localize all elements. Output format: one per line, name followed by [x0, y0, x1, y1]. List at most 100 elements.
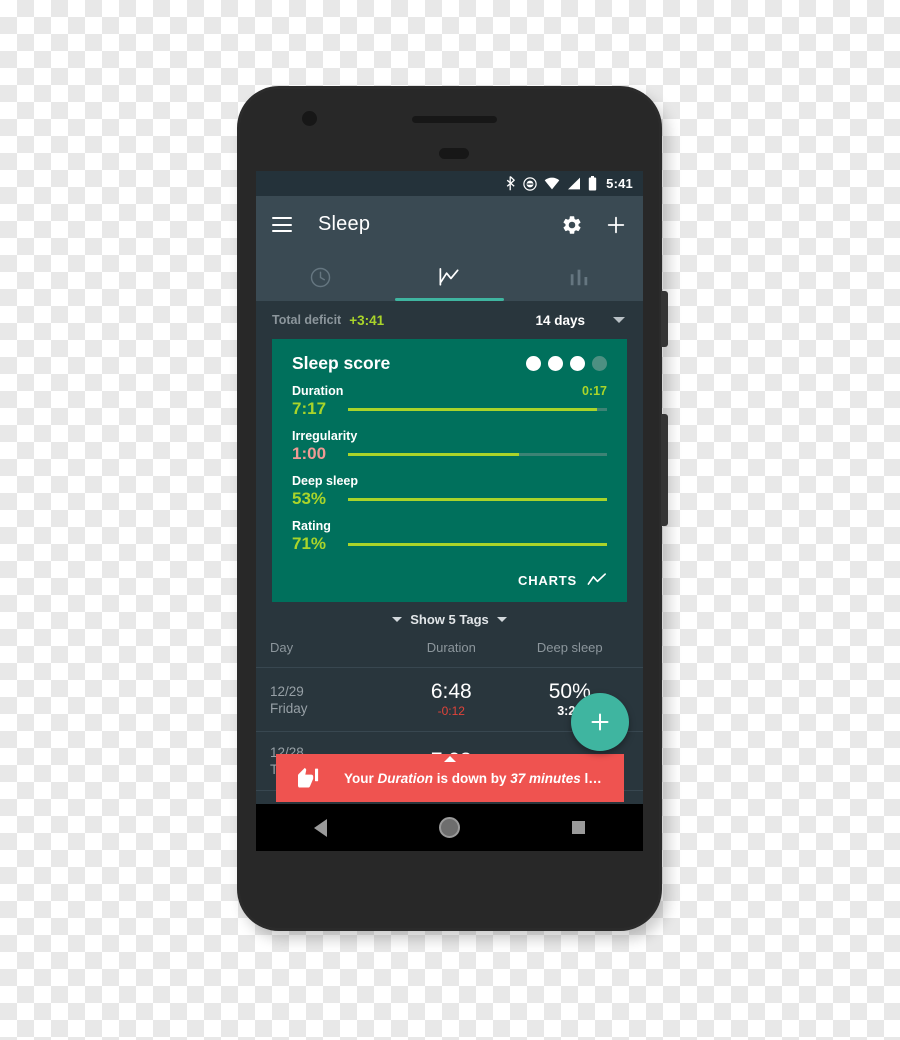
snackbar-message: Your Duration is down by 37 minutes l…: [344, 771, 602, 786]
sleep-score-card: Sleep score Duration 0:17 7:17 Irregular…: [272, 339, 627, 602]
metric-progress-track: [348, 497, 607, 501]
nav-home-button[interactable]: [420, 817, 480, 838]
add-button[interactable]: [605, 214, 627, 236]
line-chart-icon: [439, 267, 459, 286]
plus-icon: [607, 216, 625, 233]
phone-device-frame: 5:41 Sleep Total deficit +3:41 14 days S…: [237, 86, 668, 931]
metric-extra-value: 0:17: [581, 384, 607, 398]
snackbar-text-part: Your: [344, 770, 378, 786]
score-dot: [592, 356, 607, 371]
snackbar-text-emphasis: Duration: [377, 770, 434, 786]
charts-button-label: CHARTS: [518, 572, 577, 588]
recents-square-icon: [572, 821, 585, 834]
table-header: Day Duration Deep sleep: [256, 636, 643, 668]
page-canvas: 5:41 Sleep Total deficit +3:41 14 days S…: [0, 0, 900, 1040]
row-date: 12/29: [270, 683, 304, 699]
app-bar: Sleep: [256, 196, 643, 253]
row-weekday: Friday: [270, 700, 308, 716]
tab-bar: [256, 253, 643, 301]
metric-deep-sleep: Deep sleep 53%: [292, 474, 607, 509]
score-dot: [570, 356, 585, 371]
clock-icon: [310, 267, 331, 287]
sleep-score-dots: [526, 356, 607, 371]
phone-screen: 5:41 Sleep Total deficit +3:41 14 days S…: [256, 171, 643, 851]
score-dot: [526, 356, 541, 371]
page-title: Sleep: [318, 213, 371, 235]
chevron-down-icon: [392, 616, 403, 622]
range-value: 14 days: [535, 312, 585, 328]
metric-value: 71%: [292, 534, 327, 553]
front-camera-icon: [302, 111, 317, 126]
metric-progress-fill: [348, 407, 597, 411]
metric-label: Irregularity: [292, 429, 358, 443]
status-bar: 5:41: [256, 171, 643, 196]
range-selector[interactable]: 14 days: [535, 313, 627, 328]
drag-handle-icon[interactable]: [444, 756, 456, 762]
volume-rocker-button[interactable]: [661, 414, 668, 526]
nav-back-button[interactable]: [291, 818, 351, 837]
signal-icon: [568, 177, 581, 190]
cell-duration: 6:48 -0:12: [392, 680, 510, 719]
deficit-bar: Total deficit +3:41 14 days: [256, 301, 643, 339]
snackbar-text-emphasis: 37 minutes: [510, 770, 581, 786]
status-bar-clock: 5:41: [606, 176, 633, 191]
tab-bar-chart[interactable]: [514, 253, 643, 301]
metric-value: 7:17: [292, 399, 327, 418]
bar-chart-icon: [570, 269, 587, 286]
metric-label: Duration: [292, 384, 344, 398]
power-button[interactable]: [661, 291, 668, 347]
settings-button[interactable]: [561, 214, 583, 236]
battery-icon: [588, 176, 597, 191]
add-record-fab[interactable]: [571, 693, 629, 751]
sleep-score-header: Sleep score: [292, 353, 607, 374]
row-duration-delta: -0:12: [437, 704, 465, 718]
earpiece-speaker: [412, 116, 497, 123]
show-tags-label: Show 5 Tags: [410, 611, 489, 627]
plus-icon: [591, 713, 609, 731]
bluetooth-icon: [506, 176, 516, 191]
chevron-down-icon: [613, 317, 625, 323]
column-header-deepsleep: Deep sleep: [536, 640, 603, 655]
column-header-duration: Duration: [426, 640, 476, 655]
proximity-sensor: [439, 148, 469, 159]
deficit-label: Total deficit: [272, 313, 342, 327]
metric-irregularity: Irregularity 1:00: [292, 429, 607, 464]
metric-progress-track: [348, 407, 607, 411]
metric-progress-fill: [348, 497, 607, 501]
charts-button[interactable]: CHARTS: [292, 572, 607, 588]
metric-progress-track: [348, 542, 607, 546]
column-header-day: Day: [270, 640, 294, 655]
row-duration: 6:48: [430, 680, 472, 703]
metric-progress-fill: [348, 452, 519, 456]
metric-duration: Duration 0:17 7:17: [292, 384, 607, 419]
thumbs-down-icon: [297, 767, 319, 788]
wifi-icon: [544, 177, 560, 190]
hamburger-icon[interactable]: [272, 217, 292, 232]
line-chart-icon: [587, 573, 606, 585]
active-tab-indicator: [395, 298, 504, 301]
cell-day: 12/29 Friday: [270, 683, 392, 717]
sleep-score-title: Sleep score: [292, 353, 391, 373]
home-circle-icon: [439, 817, 460, 838]
metric-progress-track: [348, 452, 607, 456]
chevron-down-icon: [496, 616, 507, 622]
gear-icon: [563, 215, 581, 234]
tab-line-chart[interactable]: [385, 253, 514, 301]
deficit-value: +3:41: [349, 312, 385, 328]
metric-progress-fill: [348, 542, 607, 546]
score-dot: [548, 356, 563, 371]
metric-value: 1:00: [292, 444, 327, 463]
metric-rating: Rating 71%: [292, 519, 607, 554]
metric-value: 53%: [292, 489, 327, 508]
snackbar-text-part: l…: [580, 770, 602, 786]
tab-clock[interactable]: [256, 253, 385, 301]
dnd-icon: [523, 176, 537, 191]
metric-label: Deep sleep: [292, 474, 359, 488]
snackbar[interactable]: Your Duration is down by 37 minutes l…: [276, 754, 624, 802]
snackbar-text-part: is down by: [433, 770, 511, 786]
metric-label: Rating: [292, 519, 331, 533]
show-tags-toggle[interactable]: Show 5 Tags: [256, 602, 643, 636]
android-navigation-bar: [256, 804, 643, 851]
nav-recents-button[interactable]: [549, 821, 609, 834]
back-triangle-icon: [314, 818, 327, 837]
